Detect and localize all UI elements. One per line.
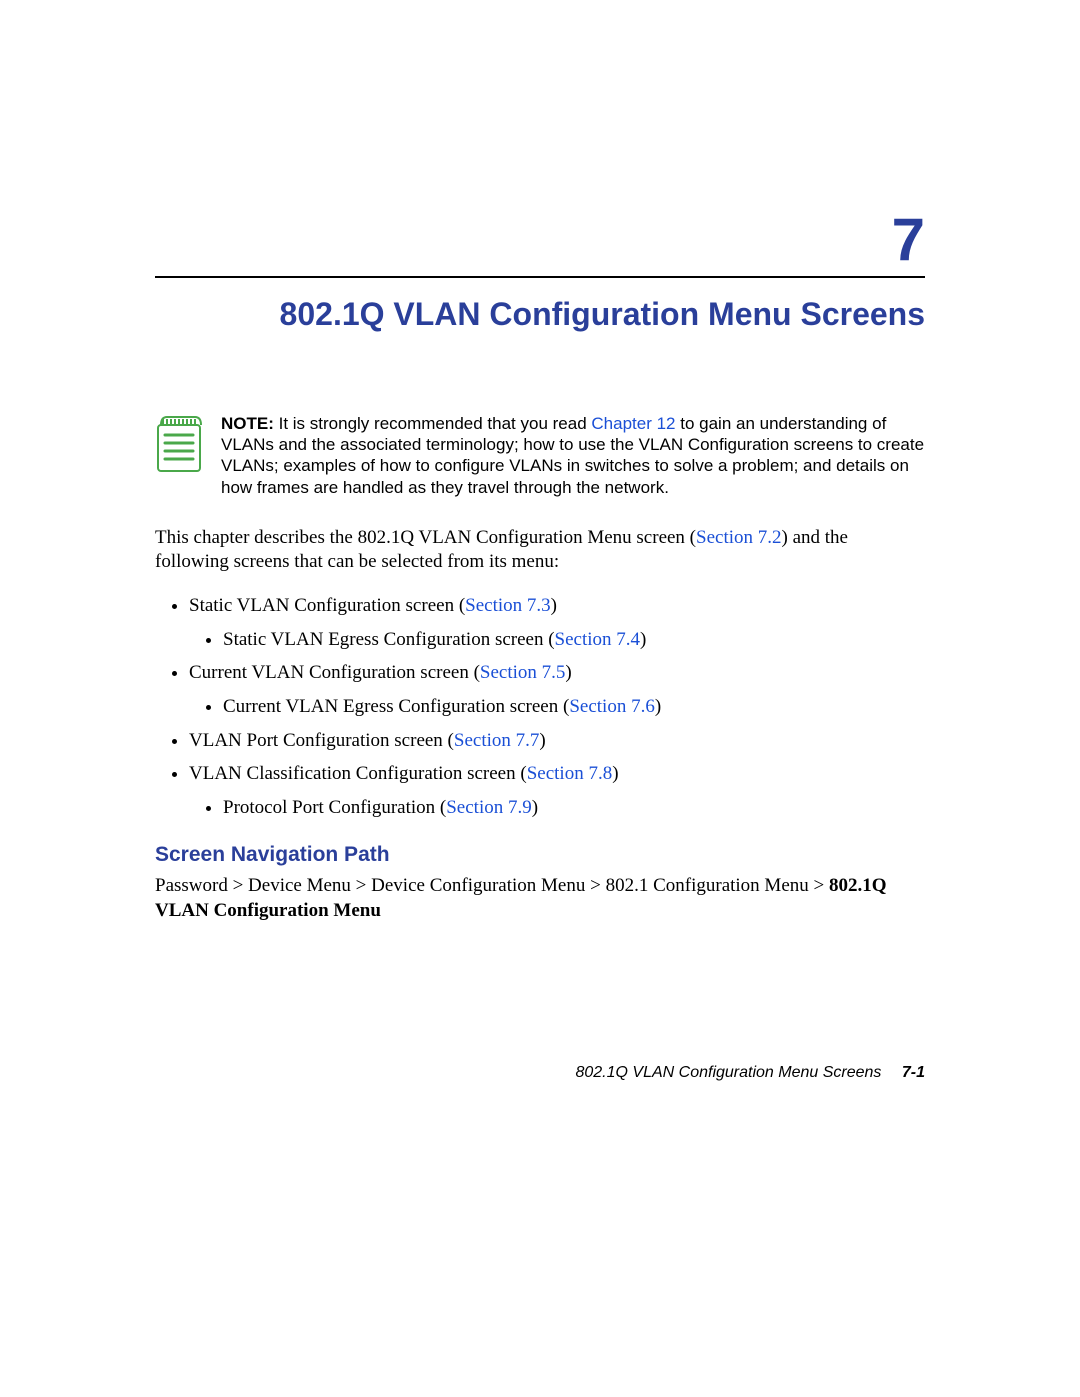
note-block: NOTE: It is strongly recommended that yo… [155, 413, 925, 498]
page-content: 7 802.1Q VLAN Configuration Menu Screens [155, 210, 925, 924]
list-item: Static VLAN Egress Configuration screen … [223, 627, 925, 653]
sub-list: Current VLAN Egress Configuration screen… [189, 694, 925, 720]
li-text: Current VLAN Egress Configuration screen… [223, 696, 569, 717]
list-item: VLAN Port Configuration screen (Section … [189, 728, 925, 754]
chapter-number: 7 [155, 210, 925, 270]
sub-list: Protocol Port Configuration (Section 7.9… [189, 795, 925, 821]
li-close: ) [655, 696, 661, 717]
section-link[interactable]: Section 7.6 [569, 696, 655, 717]
list-item: Static VLAN Configuration screen (Sectio… [189, 593, 925, 652]
li-text: Protocol Port Configuration ( [223, 797, 446, 818]
footer-page-number: 7-1 [902, 1064, 925, 1081]
sub-list: Static VLAN Egress Configuration screen … [189, 627, 925, 653]
list-item: Current VLAN Egress Configuration screen… [223, 694, 925, 720]
list-item: Protocol Port Configuration (Section 7.9… [223, 795, 925, 821]
section-link[interactable]: Section 7.3 [465, 595, 551, 616]
li-text: VLAN Port Configuration screen ( [189, 730, 454, 751]
page-footer: 802.1Q VLAN Configuration Menu Screens 7… [155, 1064, 925, 1082]
intro-pre: This chapter describes the 802.1Q VLAN C… [155, 527, 696, 548]
li-close: ) [532, 797, 538, 818]
section-link[interactable]: Section 7.7 [454, 730, 540, 751]
li-text: VLAN Classification Configuration screen… [189, 763, 527, 784]
note-icon [155, 413, 203, 473]
li-text: Static VLAN Egress Configuration screen … [223, 629, 555, 650]
nav-path: Password > Device Menu > Device Configur… [155, 873, 925, 924]
footer-title: 802.1Q VLAN Configuration Menu Screens [575, 1064, 881, 1081]
li-text: Static VLAN Configuration screen ( [189, 595, 465, 616]
li-close: ) [640, 629, 646, 650]
li-close: ) [551, 595, 557, 616]
note-pre: It is strongly recommended that you read [274, 414, 592, 433]
li-close: ) [612, 763, 618, 784]
list-item: VLAN Classification Configuration screen… [189, 761, 925, 820]
screen-list: Static VLAN Configuration screen (Sectio… [155, 593, 925, 820]
section-link[interactable]: Section 7.4 [555, 629, 641, 650]
intro-section-link[interactable]: Section 7.2 [696, 527, 782, 548]
nav-path-plain: Password > Device Menu > Device Configur… [155, 875, 829, 896]
section-link[interactable]: Section 7.9 [446, 797, 532, 818]
li-close: ) [539, 730, 545, 751]
note-text: NOTE: It is strongly recommended that yo… [221, 413, 925, 498]
nav-heading: Screen Navigation Path [155, 843, 925, 867]
section-link[interactable]: Section 7.5 [480, 662, 566, 683]
list-item: Current VLAN Configuration screen (Secti… [189, 660, 925, 719]
intro-paragraph: This chapter describes the 802.1Q VLAN C… [155, 526, 925, 575]
note-chapter-link[interactable]: Chapter 12 [591, 414, 675, 433]
section-link[interactable]: Section 7.8 [527, 763, 613, 784]
note-label: NOTE: [221, 414, 274, 433]
li-close: ) [565, 662, 571, 683]
title-rule [155, 276, 925, 278]
chapter-title: 802.1Q VLAN Configuration Menu Screens [155, 296, 925, 333]
li-text: Current VLAN Configuration screen ( [189, 662, 480, 683]
